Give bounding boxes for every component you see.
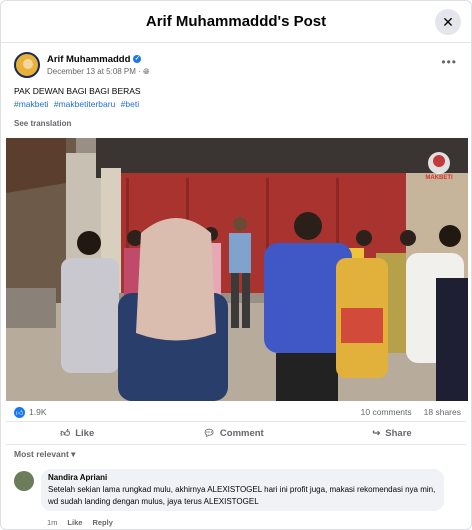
comments-filter-dropdown[interactable]: Most relevant ▾ xyxy=(14,449,75,460)
comment-icon: 💬︎ xyxy=(202,427,215,439)
post-actions: 👍︎ Like 💬︎ Comment ↪ Share xyxy=(6,421,466,445)
thumbs-up-icon: 👍︎ xyxy=(60,428,71,439)
globe-icon: 🌐︎ xyxy=(143,66,150,76)
comment-like-button[interactable]: Like xyxy=(67,518,82,527)
shares-count[interactable]: 18 shares xyxy=(424,407,461,417)
comment-time[interactable]: 1m xyxy=(47,518,57,527)
modal-header: Arif Muhammaddd's Post ✕ xyxy=(1,1,471,43)
comment-label: Comment xyxy=(219,427,264,439)
comment-button[interactable]: 💬︎ Comment xyxy=(203,428,264,439)
comment-text: Setelah sekian lama rungkad mulu, akhirn… xyxy=(48,485,436,506)
comment-bubble: Nandira Apriani Setelah sekian lama rung… xyxy=(41,469,444,511)
reaction-count[interactable]: 1.9K xyxy=(29,407,47,417)
commenter-avatar[interactable] xyxy=(14,471,34,491)
commenter-name[interactable]: Nandira Apriani xyxy=(48,473,437,482)
hashtag-link[interactable]: #makbeti xyxy=(14,99,49,109)
share-label: Share xyxy=(385,427,412,439)
hashtags: #makbeti #makbetiterbaru #beti xyxy=(14,98,142,111)
close-icon: ✕ xyxy=(442,13,454,30)
close-button[interactable]: ✕ xyxy=(435,9,461,35)
post-video[interactable]: MAKBETI xyxy=(6,138,468,401)
comments-filter-label: Most relevant xyxy=(14,449,69,459)
share-icon: ↪ xyxy=(372,427,381,439)
comment-reply-button[interactable]: Reply xyxy=(92,518,112,527)
author-avatar[interactable] xyxy=(14,52,40,78)
post-author: Arif Muhammaddd ✓ December 13 at 5:08 PM… xyxy=(14,52,149,78)
modal-title: Arif Muhammaddd's Post xyxy=(145,13,327,30)
hashtag-link[interactable]: #beti xyxy=(121,99,139,109)
caption-text: PAK DEWAN BAGI BAGI BERAS xyxy=(14,86,141,96)
like-label: Like xyxy=(75,427,95,439)
hashtag-link[interactable]: #makbetiterbaru xyxy=(54,99,115,109)
more-options-button[interactable]: ••• xyxy=(441,55,457,69)
post-date[interactable]: December 13 at 5:08 PM xyxy=(47,67,136,76)
like-reaction-icon: 👍︎ xyxy=(14,406,25,418)
svg-text:MAKBETI: MAKBETI xyxy=(425,175,453,181)
post-caption: PAK DEWAN BAGI BAGI BERAS #makbeti #makb… xyxy=(14,85,142,111)
comments-count[interactable]: 10 comments xyxy=(361,407,412,417)
post-modal: Arif Muhammaddd's Post ✕ Arif Muhammaddd… xyxy=(0,0,472,530)
caret-down-icon: ▾ xyxy=(71,449,76,459)
see-translation-link[interactable]: See translation xyxy=(14,119,71,128)
comment-meta: 1m Like Reply xyxy=(47,518,113,527)
author-name[interactable]: Arif Muhammaddd xyxy=(47,54,130,65)
share-button[interactable]: ↪ Share xyxy=(372,428,411,439)
reaction-stats: 👍︎ 1.9K 10 comments 18 shares xyxy=(14,405,461,419)
verified-icon: ✓ xyxy=(133,55,142,63)
like-button[interactable]: 👍︎ Like xyxy=(60,427,95,440)
video-frame: MAKBETI xyxy=(6,138,468,401)
